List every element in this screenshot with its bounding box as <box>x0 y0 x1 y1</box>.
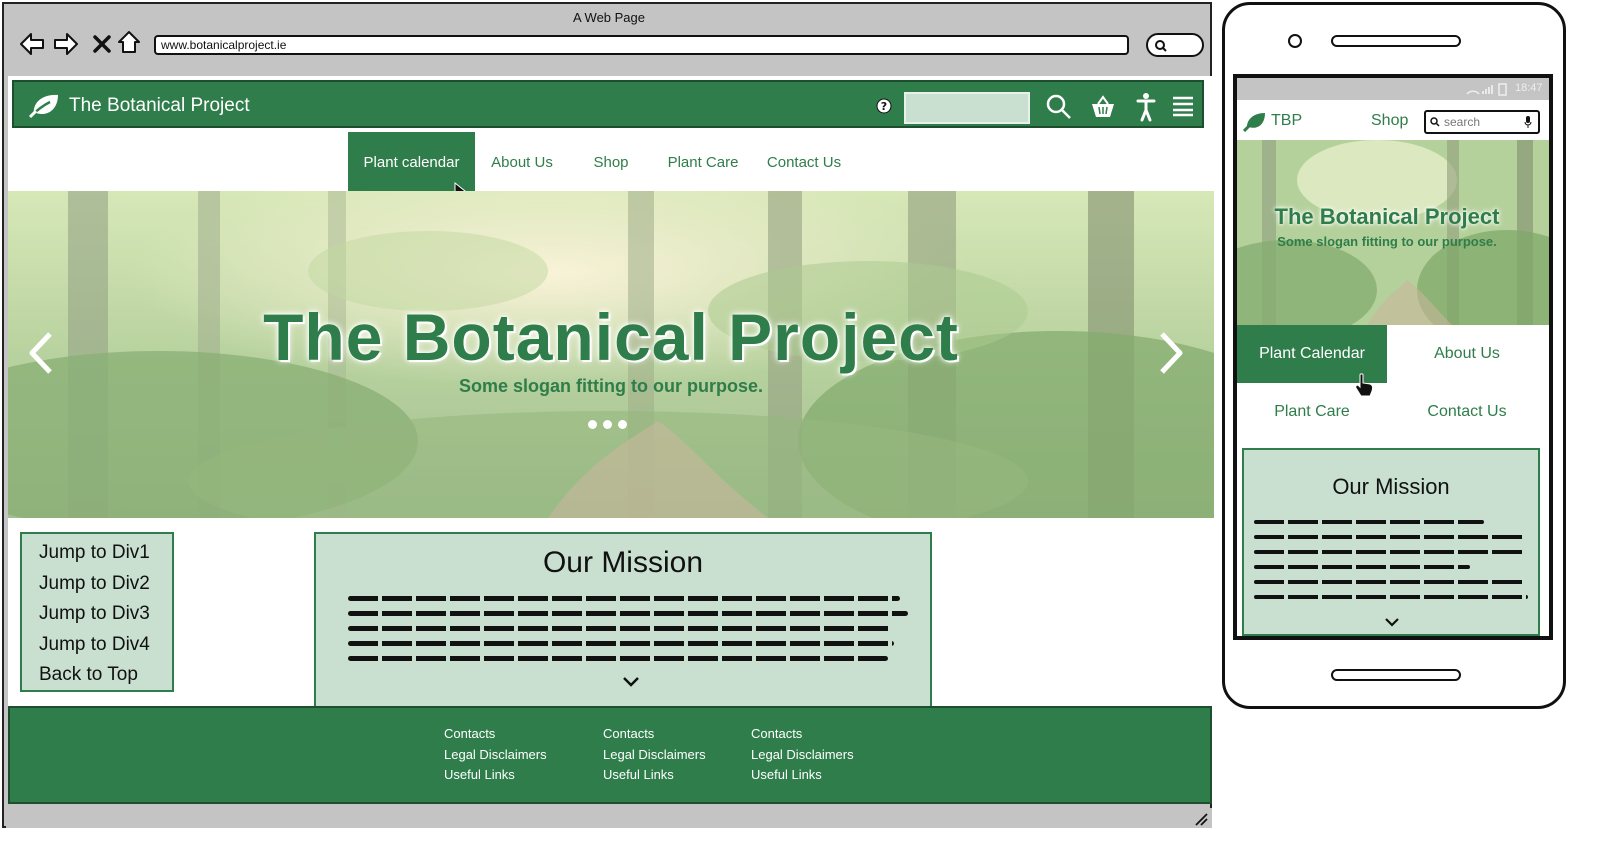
mission-section: Our Mission <box>314 532 932 712</box>
jump-link-div2[interactable]: Jump to Div2 <box>22 569 172 600</box>
site-footer: Contacts Legal Disclaimers Useful Links … <box>8 706 1212 804</box>
site-brand[interactable]: The Botanical Project <box>69 95 250 117</box>
jump-link-div1[interactable]: Jump to Div1 <box>22 538 172 569</box>
footer-link-legal[interactable]: Legal Disclaimers <box>444 745 547 766</box>
page-viewport: The Botanical Project ? Plant calendar A… <box>8 76 1214 804</box>
placeholder-text-line <box>348 626 892 631</box>
browser-window: A Web Page www.botanicalproject.ie The B… <box>2 2 1214 828</box>
footer-column-2: Contacts Legal Disclaimers Useful Links <box>603 724 706 786</box>
placeholder-text-line <box>1254 565 1470 569</box>
jungle-image <box>1237 140 1549 325</box>
chevron-down-icon[interactable] <box>1384 617 1400 627</box>
nav-contact-us[interactable]: Contact Us <box>758 132 850 192</box>
hand-cursor-icon <box>1355 373 1374 397</box>
mobile-search-input[interactable]: search <box>1424 110 1540 134</box>
hero-title: The Botanical Project <box>263 300 959 374</box>
search-icon <box>1155 40 1167 52</box>
nav-shop[interactable]: Shop <box>578 132 644 192</box>
mobile-mission-title: Our Mission <box>1332 474 1450 499</box>
mobile-hero-slogan: Some slogan fitting to our purpose. <box>1277 234 1497 249</box>
mobile-nav-about-us[interactable]: About Us <box>1392 325 1542 383</box>
chevron-down-icon[interactable] <box>622 676 640 688</box>
phone-time: 18:47 <box>1515 82 1543 94</box>
placeholder-text-line <box>348 596 900 601</box>
footer-link-contacts[interactable]: Contacts <box>751 724 854 745</box>
nav-plant-care[interactable]: Plant Care <box>658 132 748 192</box>
help-icon[interactable]: ? <box>876 98 892 114</box>
menu-icon[interactable] <box>1172 95 1194 117</box>
placeholder-text-line <box>348 611 908 616</box>
footer-link-legal[interactable]: Legal Disclaimers <box>751 745 854 766</box>
svg-text:?: ? <box>881 100 887 113</box>
footer-link-useful[interactable]: Useful Links <box>751 765 854 786</box>
chevron-right-icon[interactable] <box>1158 331 1184 375</box>
footer-link-contacts[interactable]: Contacts <box>444 724 547 745</box>
mobile-nav-contact-us[interactable]: Contact Us <box>1392 383 1542 441</box>
footer-column-3: Contacts Legal Disclaimers Useful Links <box>751 724 854 786</box>
accessibility-icon[interactable] <box>1136 92 1156 122</box>
back-icon[interactable] <box>18 30 46 58</box>
home-button[interactable] <box>1331 669 1461 681</box>
site-header: The Botanical Project ? <box>12 80 1204 128</box>
footer-link-contacts[interactable]: Contacts <box>603 724 706 745</box>
browser-search[interactable] <box>1146 33 1204 57</box>
search-icon[interactable] <box>1046 94 1072 120</box>
speaker-icon <box>1331 35 1461 47</box>
phone-status-bar: 18:47 <box>1237 78 1549 100</box>
phone-screen: 18:47 TBP Shop search The Botanical Proj… <box>1233 74 1553 640</box>
placeholder-text-line <box>1254 535 1524 539</box>
camera-icon <box>1288 34 1302 48</box>
footer-column-1: Contacts Legal Disclaimers Useful Links <box>444 724 547 786</box>
basket-icon[interactable] <box>1090 94 1116 120</box>
mission-title: Our Mission <box>542 546 704 579</box>
window-title: A Web Page <box>572 10 646 25</box>
mobile-shop-link[interactable]: Shop <box>1371 112 1408 130</box>
placeholder-text-line <box>348 641 894 646</box>
stop-icon[interactable] <box>88 30 116 58</box>
mobile-hero: The Botanical Project Some slogan fittin… <box>1237 140 1549 325</box>
header-search-input[interactable] <box>904 92 1030 124</box>
footer-link-useful[interactable]: Useful Links <box>603 765 706 786</box>
forward-icon[interactable] <box>52 30 80 58</box>
mobile-mission-section: Our Mission <box>1242 448 1540 636</box>
microphone-icon[interactable] <box>1524 116 1532 128</box>
placeholder-text-line <box>1254 550 1524 554</box>
signal-icon <box>1466 83 1507 96</box>
placeholder-text-line <box>348 656 888 661</box>
search-icon <box>1430 117 1440 127</box>
search-placeholder: search <box>1444 115 1481 129</box>
placeholder-text-line <box>1254 520 1484 524</box>
placeholder-text-line <box>1254 580 1524 584</box>
jump-links-panel: Jump to Div1 Jump to Div2 Jump to Div3 J… <box>20 532 174 692</box>
carousel-dots[interactable] <box>588 420 638 430</box>
placeholder-text-line <box>1254 595 1528 599</box>
leaf-logo-icon <box>28 94 58 119</box>
leaf-logo-icon <box>1243 113 1265 132</box>
hero-carousel: The Botanical Project Some slogan fittin… <box>8 191 1214 518</box>
jump-link-div3[interactable]: Jump to Div3 <box>22 599 172 630</box>
footer-link-useful[interactable]: Useful Links <box>444 765 547 786</box>
mobile-brand[interactable]: TBP <box>1271 112 1302 130</box>
nav-about-us[interactable]: About Us <box>478 132 566 192</box>
home-icon[interactable] <box>115 28 143 56</box>
footer-link-legal[interactable]: Legal Disclaimers <box>603 745 706 766</box>
jump-link-div4[interactable]: Jump to Div4 <box>22 630 172 661</box>
back-to-top-link[interactable]: Back to Top <box>22 660 172 691</box>
address-bar[interactable]: www.botanicalproject.ie <box>154 35 1129 55</box>
status-bar <box>6 808 1212 828</box>
hero-slogan: Some slogan fitting to our purpose. <box>459 376 763 396</box>
resize-handle-icon[interactable] <box>1192 812 1208 826</box>
mobile-hero-title: The Botanical Project <box>1274 204 1500 229</box>
chevron-left-icon[interactable] <box>28 331 54 375</box>
